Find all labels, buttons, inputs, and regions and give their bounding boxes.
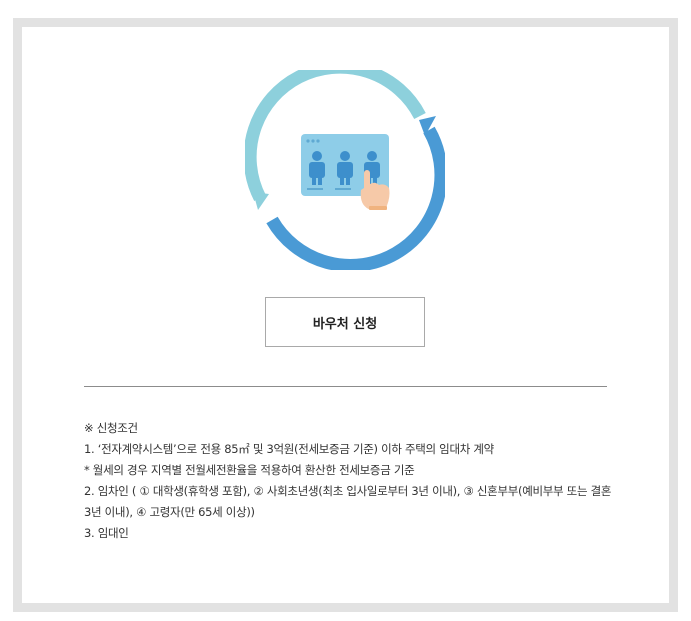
condition-item-2: 2. 임차인 ( ① 대학생(휴학생 포함), ② 사회초년생(최초 입사일로부…	[84, 484, 612, 519]
condition-item-3: 3. 임대인	[84, 526, 129, 540]
condition-item-1: 1. ‘전자계약시스템’으로 전용 85㎡ 및 3억원(전세보증금 기준) 이하…	[84, 442, 494, 456]
section-divider	[84, 386, 607, 387]
circular-arrows-icon	[243, 60, 448, 272]
condition-item-1-note: * 월세의 경우 지역별 전월세전환율을 적용하여 환산한 전세보증금 기준	[84, 463, 415, 477]
e-contract-illustration	[243, 60, 448, 272]
voucher-apply-button[interactable]: 바우처 신청	[265, 297, 425, 347]
application-conditions: ※ 신청조건 1. ‘전자계약시스템’으로 전용 85㎡ 및 3억원(전세보증금…	[84, 418, 612, 544]
conditions-heading: ※ 신청조건	[84, 421, 138, 435]
